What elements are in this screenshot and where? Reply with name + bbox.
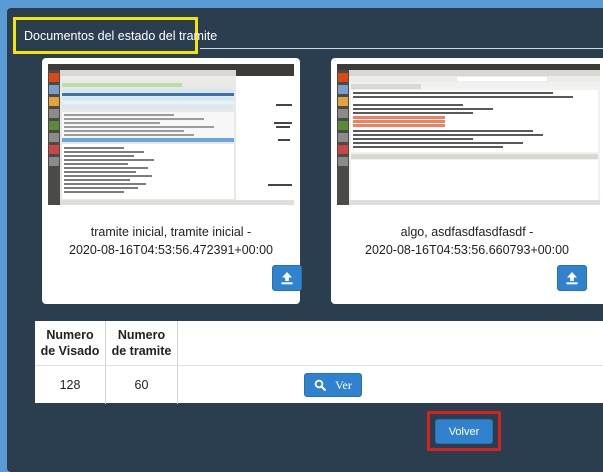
column-header-visado: Numero de Visado xyxy=(35,321,106,365)
upload-icon xyxy=(281,272,293,285)
document-thumbnail[interactable] xyxy=(337,64,600,205)
screenshot-thumbnail-image xyxy=(48,64,294,205)
search-icon xyxy=(314,379,327,391)
document-card: algo, asdfasdfasdfasdf - 2020-08-16T04:5… xyxy=(331,58,603,304)
document-caption-title: tramite inicial, tramite inicial - xyxy=(90,225,252,239)
cell-visado: 128 xyxy=(35,366,106,404)
column-header-line: de Visado xyxy=(40,344,100,358)
document-caption-timestamp: 2020-08-16T04:53:56.660793+00:00 xyxy=(365,243,569,257)
table-row: 128 60 Ver xyxy=(35,365,603,404)
column-header-actions xyxy=(178,321,603,365)
tramite-table: Numero de Visado Numero de tramite 128 60 … xyxy=(35,321,603,404)
section-title-text: Documentos del estado del tramite xyxy=(24,28,218,43)
divider xyxy=(200,48,603,49)
document-caption-title: algo, asdfasdfasdfasdf - xyxy=(400,225,534,239)
section-title: Documentos del estado del tramite xyxy=(13,17,217,54)
column-header-line: de tramite xyxy=(111,344,172,358)
screenshot-thumbnail-image xyxy=(337,64,600,205)
cell-actions: Ver xyxy=(178,366,603,404)
ver-button-label: Ver xyxy=(335,377,352,392)
document-caption: algo, asdfasdfasdfasdf - 2020-08-16T04:5… xyxy=(331,223,603,259)
ver-button[interactable]: Ver xyxy=(304,373,362,397)
back-button-highlight: Volver xyxy=(427,411,501,451)
document-card: tramite inicial, tramite inicial - 2020-… xyxy=(42,58,302,304)
column-header-tramite: Numero de tramite xyxy=(106,321,178,365)
column-header-line: Numero xyxy=(46,328,94,342)
table-header: Numero de Visado Numero de tramite xyxy=(35,321,603,365)
column-header-line: Numero xyxy=(117,328,166,342)
document-caption: tramite inicial, tramite inicial - 2020-… xyxy=(42,223,300,259)
back-button[interactable]: Volver xyxy=(435,419,493,444)
upload-icon xyxy=(566,272,578,285)
upload-button[interactable] xyxy=(557,265,587,291)
document-caption-timestamp: 2020-08-16T04:53:56.472391+00:00 xyxy=(69,243,273,257)
cell-tramite: 60 xyxy=(106,366,178,404)
upload-button[interactable] xyxy=(272,265,302,291)
document-thumbnail[interactable] xyxy=(48,64,294,205)
